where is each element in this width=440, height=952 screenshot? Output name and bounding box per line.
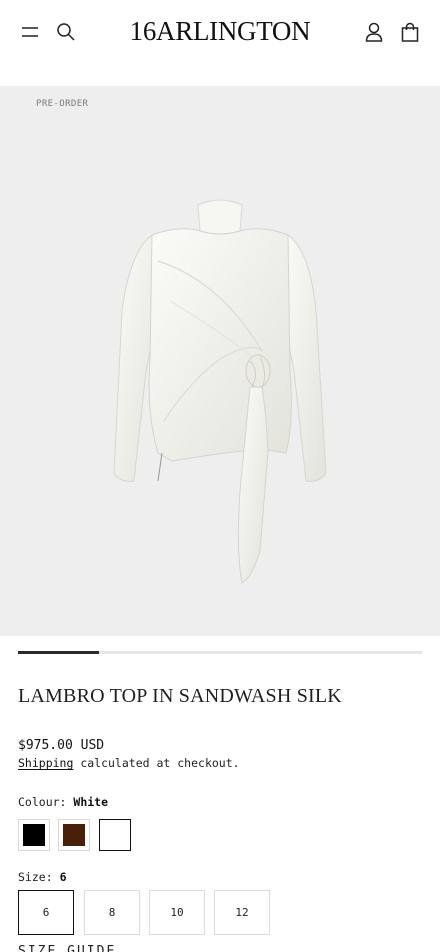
- size-label: Size: 6: [18, 870, 67, 884]
- size-option-6[interactable]: 6: [18, 890, 74, 935]
- site-logo[interactable]: 16ARLINGTON: [100, 16, 340, 47]
- swatch-fill: [104, 824, 126, 846]
- colour-label-text: Colour:: [18, 795, 67, 809]
- size-option-10[interactable]: 10: [149, 890, 205, 935]
- size-option-12[interactable]: 12: [214, 890, 270, 935]
- shipping-link[interactable]: Shipping: [18, 756, 73, 770]
- size-guide-link[interactable]: SIZE GUIDE: [18, 944, 116, 952]
- account-icon[interactable]: [360, 18, 388, 46]
- search-icon[interactable]: [52, 18, 80, 46]
- swatch-fill: [23, 824, 45, 846]
- colour-selected-value: White: [73, 795, 109, 809]
- pre-order-badge: PRE-ORDER: [36, 99, 89, 109]
- gallery-progress: [18, 651, 422, 654]
- size-label-text: Size:: [18, 870, 53, 884]
- gallery-progress-fill: [18, 651, 99, 654]
- product-title: LAMBRO TOP IN SANDWASH SILK: [18, 685, 342, 707]
- menu-icon[interactable]: [16, 20, 44, 44]
- blouse-image: [113, 199, 327, 584]
- bag-icon[interactable]: [396, 18, 424, 46]
- shipping-note: Shipping calculated at checkout.: [18, 756, 240, 770]
- shipping-text: calculated at checkout.: [73, 756, 240, 770]
- colour-swatch-black[interactable]: [18, 819, 50, 851]
- product-image[interactable]: PRE-ORDER: [0, 86, 440, 636]
- colour-swatch-white[interactable]: [99, 819, 131, 851]
- product-price: $975.00 USD: [18, 738, 105, 753]
- colour-swatch-brown[interactable]: [58, 819, 90, 851]
- size-selected-value: 6: [59, 870, 67, 884]
- swatch-fill: [63, 824, 85, 846]
- colour-label: Colour: White: [18, 795, 108, 809]
- site-header: 16ARLINGTON: [0, 0, 440, 86]
- size-option-8[interactable]: 8: [84, 890, 140, 935]
